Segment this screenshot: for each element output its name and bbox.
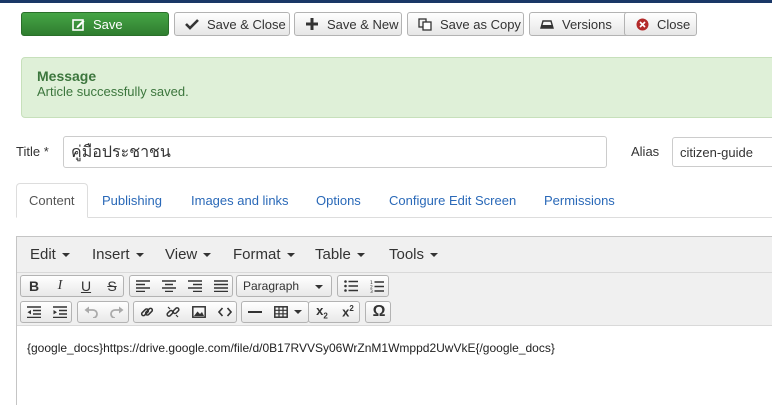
save-new-label: Save & New: [327, 16, 399, 32]
table-icon[interactable]: [268, 302, 308, 322]
subscript-icon[interactable]: x2: [309, 302, 335, 322]
code-icon[interactable]: [212, 302, 238, 322]
save-button[interactable]: Save: [21, 12, 169, 36]
archive-icon: [540, 17, 554, 31]
insert-group: [133, 301, 237, 323]
history-group: [77, 301, 129, 323]
align-justify-icon[interactable]: [208, 276, 234, 296]
versions-label: Versions: [562, 16, 612, 32]
horizontal-rule-icon[interactable]: [242, 302, 268, 322]
tab-configure-edit-screen[interactable]: Configure Edit Screen: [377, 183, 528, 218]
success-message: Message Article successfully saved.: [21, 57, 772, 118]
article-editor: Edit Insert View Format Table Tools B I …: [16, 236, 772, 405]
bullet-list-icon[interactable]: [338, 276, 364, 296]
message-heading: Message: [37, 68, 97, 84]
align-left-icon[interactable]: [130, 276, 156, 296]
redo-icon[interactable]: [104, 302, 130, 322]
undo-icon[interactable]: [78, 302, 104, 322]
alignment-group: [129, 275, 233, 297]
italic-icon[interactable]: I: [47, 276, 73, 296]
image-icon[interactable]: [186, 302, 212, 322]
tab-options[interactable]: Options: [304, 183, 373, 218]
indent-group: [20, 301, 72, 323]
script-group: x2 x2: [308, 301, 360, 323]
format-select-value: Paragraph: [243, 279, 300, 293]
editor-toolbar-row-2: x2 x2 Ω: [17, 299, 772, 326]
text-style-group: B I U S: [20, 275, 124, 297]
caret-down-icon: [294, 310, 302, 314]
caret-down-icon: [430, 253, 439, 258]
save-label: Save: [93, 16, 123, 32]
save-as-copy-button[interactable]: Save as Copy: [407, 12, 524, 36]
unlink-icon[interactable]: [160, 302, 186, 322]
caret-down-icon: [203, 253, 212, 258]
plus-icon: [305, 17, 319, 31]
align-right-icon[interactable]: [182, 276, 208, 296]
align-center-icon[interactable]: [156, 276, 182, 296]
menu-format[interactable]: Format: [233, 246, 295, 263]
save-close-button[interactable]: Save & Close: [174, 12, 290, 36]
caret-down-icon: [61, 253, 70, 258]
alias-label: Alias: [631, 144, 660, 159]
copy-icon: [418, 17, 432, 31]
tab-images-and-links[interactable]: Images and links: [179, 183, 301, 218]
title-label: Title *: [16, 144, 49, 159]
editor-menubar: Edit Insert View Format Table Tools: [17, 237, 772, 273]
link-icon[interactable]: [134, 302, 160, 322]
list-group: 123: [337, 275, 389, 297]
save-copy-label: Save as Copy: [440, 16, 521, 32]
close-label: Close: [657, 16, 691, 32]
close-circle-icon: [635, 17, 649, 31]
format-select[interactable]: Paragraph: [236, 275, 332, 297]
menu-table[interactable]: Table: [315, 246, 365, 263]
caret-down-icon: [315, 285, 323, 289]
bold-icon[interactable]: B: [21, 276, 47, 296]
tab-publishing[interactable]: Publishing: [90, 183, 174, 218]
alias-input[interactable]: citizen-guide: [672, 137, 772, 167]
numbered-list-icon[interactable]: 123: [364, 276, 390, 296]
strikethrough-icon[interactable]: S: [99, 276, 125, 296]
menu-insert[interactable]: Insert: [92, 246, 144, 263]
tab-permissions[interactable]: Permissions: [532, 183, 627, 218]
menu-edit[interactable]: Edit: [30, 246, 70, 263]
indent-icon[interactable]: [47, 302, 73, 322]
menu-view[interactable]: View: [165, 246, 212, 263]
close-button[interactable]: Close: [624, 12, 697, 36]
check-icon: [185, 17, 199, 31]
menu-tools[interactable]: Tools: [389, 246, 439, 263]
editor-content[interactable]: {google_docs}https://drive.google.com/fi…: [27, 341, 555, 355]
caret-down-icon: [286, 253, 295, 258]
title-input[interactable]: คู่มือประชาชน: [63, 136, 607, 168]
save-new-button[interactable]: Save & New: [294, 12, 402, 36]
outdent-icon[interactable]: [21, 302, 47, 322]
save-close-label: Save & Close: [207, 16, 286, 32]
editor-toolbar-row-1: B I U S Paragraph 123: [17, 273, 772, 299]
caret-down-icon: [356, 253, 365, 258]
underline-icon[interactable]: U: [73, 276, 99, 296]
tab-content[interactable]: Content: [16, 183, 88, 218]
message-text: Article successfully saved.: [37, 84, 189, 99]
edit-icon: [71, 17, 85, 31]
superscript-icon[interactable]: x2: [335, 302, 361, 322]
table-group: [241, 301, 309, 323]
svg-text:3: 3: [370, 289, 373, 293]
omega-icon[interactable]: Ω: [366, 302, 392, 322]
top-accent-bar: [0, 0, 772, 3]
caret-down-icon: [135, 253, 144, 258]
special-char-group: Ω: [365, 301, 391, 323]
